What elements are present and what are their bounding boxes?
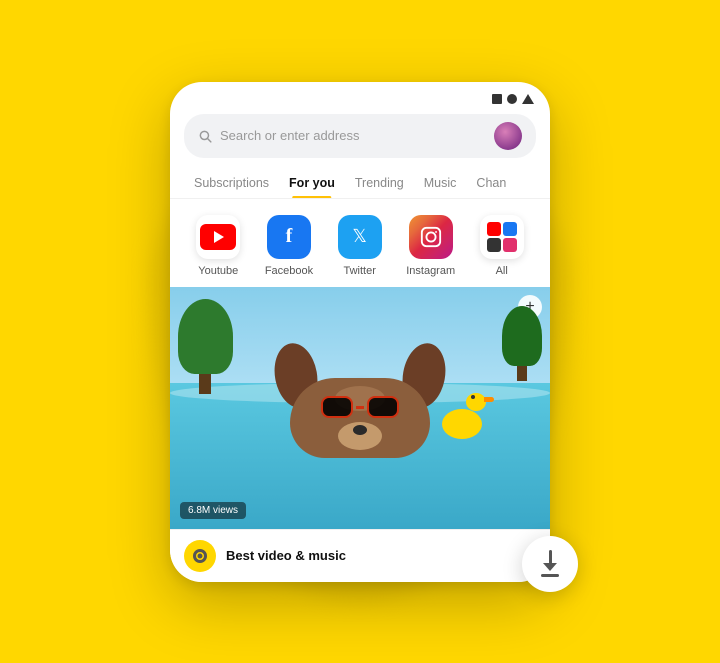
phone: Search or enter address Subscriptions Fo…: [170, 82, 550, 582]
download-button[interactable]: [522, 536, 578, 592]
search-icon: [198, 129, 212, 143]
status-bar: [170, 82, 550, 110]
tree-left: [178, 299, 233, 394]
platform-instagram[interactable]: Instagram: [406, 215, 455, 277]
bottom-bar: Best video & music: [170, 529, 550, 582]
bottom-title: Best video & music: [226, 548, 536, 563]
platform-all[interactable]: All: [480, 215, 524, 277]
download-icon: [541, 550, 559, 577]
platform-twitter[interactable]: 𝕏 Twitter: [338, 215, 382, 277]
instagram-icon: [409, 215, 453, 259]
search-placeholder: Search or enter address: [220, 128, 486, 143]
tab-channels[interactable]: Chan: [466, 168, 516, 198]
tabs-container: Subscriptions For you Trending Music Cha…: [170, 168, 550, 199]
all-platforms-icon: [480, 215, 524, 259]
platform-youtube[interactable]: Youtube: [196, 215, 240, 277]
tree-right: [502, 306, 542, 381]
all-label: All: [496, 265, 508, 277]
logo-icon: [193, 549, 207, 563]
tab-subscriptions[interactable]: Subscriptions: [184, 168, 279, 198]
facebook-label: Facebook: [265, 265, 313, 277]
status-square-icon: [492, 94, 502, 104]
status-wifi-icon: [522, 94, 534, 104]
tab-for-you[interactable]: For you: [279, 168, 345, 198]
platform-facebook[interactable]: f Facebook: [265, 215, 313, 277]
video-thumbnail: + 6.8M views: [170, 287, 550, 529]
avatar[interactable]: [494, 122, 522, 150]
sunglasses: [321, 396, 399, 418]
views-badge: 6.8M views: [180, 502, 246, 519]
dog-snout: [338, 422, 382, 450]
status-circle-icon: [507, 94, 517, 104]
facebook-icon: f: [267, 215, 311, 259]
tab-trending[interactable]: Trending: [345, 168, 414, 198]
twitter-icon: 𝕏: [338, 215, 382, 259]
tab-music[interactable]: Music: [414, 168, 467, 198]
youtube-label: Youtube: [198, 265, 238, 277]
twitter-label: Twitter: [343, 265, 375, 277]
dog-face: [290, 378, 430, 458]
video-container: + 6.8M views: [170, 287, 550, 529]
youtube-icon: [196, 215, 240, 259]
platforms-row: Youtube f Facebook 𝕏 Twitter: [170, 199, 550, 287]
dog: [270, 338, 450, 468]
search-bar[interactable]: Search or enter address: [184, 114, 536, 158]
search-bar-container: Search or enter address: [170, 110, 550, 168]
app-logo: [184, 540, 216, 572]
phone-wrapper: Search or enter address Subscriptions Fo…: [170, 82, 550, 582]
avatar-image: [494, 122, 522, 150]
instagram-label: Instagram: [406, 265, 455, 277]
